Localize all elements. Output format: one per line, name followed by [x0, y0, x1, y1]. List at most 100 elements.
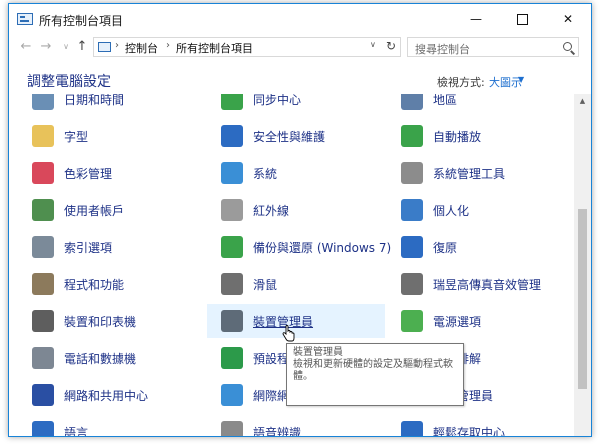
- close-button[interactable]: ✕: [545, 4, 591, 34]
- search-icon[interactable]: [563, 42, 572, 51]
- control-panel-item[interactable]: 電源選項: [387, 304, 565, 338]
- address-bar[interactable]: › 控制台 › 所有控制台項目 ∨ ↻: [93, 37, 401, 57]
- control-panel-item[interactable]: 地區: [387, 94, 565, 116]
- up-button[interactable]: ↑: [75, 39, 89, 55]
- network-icon: [32, 384, 54, 406]
- globe-icon: [221, 384, 243, 406]
- item-label: 個人化: [433, 204, 470, 218]
- item-label: 滑鼠: [253, 278, 278, 292]
- item-label: 電話和數據機: [64, 352, 137, 366]
- printer-icon: [32, 310, 54, 332]
- breadcrumb-all-items[interactable]: 所有控制台項目: [176, 40, 253, 56]
- item-label: 自動播放: [433, 130, 482, 144]
- control-panel-item[interactable]: 瑞昱高傳真音效管理: [387, 267, 565, 301]
- navigation-bar: ← → ∨ ↑ › 控制台 › 所有控制台項目 ∨ ↻ 搜尋控制台: [9, 34, 591, 62]
- control-panel-item[interactable]: 程式和功能: [18, 267, 196, 301]
- backup-icon: [221, 236, 243, 258]
- users-icon: [32, 199, 54, 221]
- search-box[interactable]: 搜尋控制台: [407, 37, 579, 57]
- control-panel-item[interactable]: 自動播放: [387, 119, 565, 153]
- speaker-icon: [401, 273, 423, 295]
- back-button[interactable]: ←: [19, 39, 33, 55]
- search-input[interactable]: 搜尋控制台: [415, 41, 470, 57]
- tooltip: 裝置管理員 檢視和更新硬體的設定及驅動程式軟 體。: [286, 343, 464, 406]
- window-title: 所有控制台項目: [39, 14, 124, 28]
- chevron-down-icon[interactable]: ▼: [518, 75, 524, 84]
- control-panel-item[interactable]: 日期和時間: [18, 94, 196, 116]
- control-panel-item[interactable]: 使用者帳戶: [18, 193, 196, 227]
- item-label: 字型: [64, 130, 89, 144]
- control-panel-item[interactable]: 系統: [207, 156, 385, 190]
- font-icon: [32, 125, 54, 147]
- maximize-icon: [516, 14, 528, 25]
- item-label: 電源選項: [433, 315, 482, 329]
- control-panel-item[interactable]: 裝置管理員: [207, 304, 385, 338]
- forward-button[interactable]: →: [39, 39, 53, 55]
- item-label: 瑞昱高傳真音效管理: [433, 278, 542, 292]
- control-panel-item[interactable]: 備份與還原 (Windows 7): [207, 230, 391, 264]
- item-label: 備份與還原 (Windows 7): [253, 241, 392, 255]
- address-dropdown-icon[interactable]: ∨: [370, 40, 376, 49]
- breadcrumb-control-panel[interactable]: 控制台: [125, 40, 158, 56]
- item-label: 系統管理工具: [433, 167, 506, 181]
- ease-of-access-icon: [401, 421, 423, 436]
- item-label: 裝置和印表機: [64, 315, 137, 329]
- control-panel-item[interactable]: 字型: [18, 119, 196, 153]
- control-panel-item[interactable]: 輕鬆存取中心: [387, 415, 565, 436]
- control-panel-item[interactable]: 網路和共用中心: [18, 378, 196, 412]
- item-label: 地區: [433, 94, 458, 107]
- control-panel-item[interactable]: 裝置和印表機: [18, 304, 196, 338]
- phone-icon: [32, 347, 54, 369]
- control-panel-item[interactable]: 滑鼠: [207, 267, 385, 301]
- item-label: 索引選項: [64, 241, 113, 255]
- refresh-button[interactable]: ↻: [386, 39, 396, 53]
- item-label: 安全性與維護: [253, 130, 326, 144]
- microphone-icon: [221, 421, 243, 436]
- control-panel-address-icon: [98, 42, 111, 52]
- scroll-up-button[interactable]: ▲: [574, 94, 591, 108]
- clock-icon: [32, 94, 54, 110]
- item-label: 復原: [433, 241, 458, 255]
- item-label: 日期和時間: [64, 94, 125, 107]
- item-label: 使用者帳戶: [64, 204, 125, 218]
- control-panel-item[interactable]: 同步中心: [207, 94, 385, 116]
- item-label: 系統: [253, 167, 278, 181]
- control-panel-item[interactable]: 色彩管理: [18, 156, 196, 190]
- control-panel-item[interactable]: 個人化: [387, 193, 565, 227]
- control-panel-window: 所有控制台項目 — ✕ ← → ∨ ↑ › 控制台 › 所有控制台項目 ∨ ↻ …: [8, 3, 592, 437]
- vertical-scrollbar[interactable]: ▲: [574, 94, 591, 436]
- control-panel-item[interactable]: 系統管理工具: [387, 156, 565, 190]
- maximize-button[interactable]: [499, 4, 545, 34]
- tooltip-description-continued: 體。: [293, 371, 313, 382]
- item-label: 輕鬆存取中心: [433, 426, 506, 436]
- scroll-thumb[interactable]: [578, 209, 587, 389]
- programs-icon: [32, 273, 54, 295]
- language-icon: [32, 421, 54, 436]
- control-panel-item[interactable]: 索引選項: [18, 230, 196, 264]
- recent-locations-button[interactable]: ∨: [59, 39, 73, 55]
- device-manager-icon: [221, 310, 243, 332]
- tooltip-description: 檢視和更新硬體的設定及驅動程式軟: [293, 359, 453, 370]
- breadcrumb-separator[interactable]: ›: [115, 40, 119, 51]
- hand-cursor-icon: [282, 325, 295, 342]
- item-label: 紅外線: [253, 204, 290, 218]
- item-label: 網路和共用中心: [64, 389, 149, 403]
- item-label: 同步中心: [253, 94, 302, 107]
- view-by-label: 檢視方式:: [437, 76, 485, 89]
- title-bar[interactable]: 所有控制台項目 — ✕: [9, 4, 591, 34]
- item-label: 程式和功能: [64, 278, 125, 292]
- control-panel-item[interactable]: 語言: [18, 415, 196, 436]
- control-panel-item[interactable]: 電話和數據機: [18, 341, 196, 375]
- control-panel-item[interactable]: 紅外線: [207, 193, 385, 227]
- control-panel-icon: [17, 13, 33, 25]
- color-management-icon: [32, 162, 54, 184]
- computer-icon: [221, 162, 243, 184]
- flag-icon: [221, 125, 243, 147]
- control-panel-item[interactable]: 語音辨識: [207, 415, 385, 436]
- control-panel-item[interactable]: 復原: [387, 230, 565, 264]
- minimize-button[interactable]: —: [453, 4, 499, 34]
- breadcrumb-separator[interactable]: ›: [166, 40, 170, 51]
- region-clock-icon: [401, 94, 423, 110]
- control-panel-item[interactable]: 安全性與維護: [207, 119, 385, 153]
- infrared-icon: [221, 199, 243, 221]
